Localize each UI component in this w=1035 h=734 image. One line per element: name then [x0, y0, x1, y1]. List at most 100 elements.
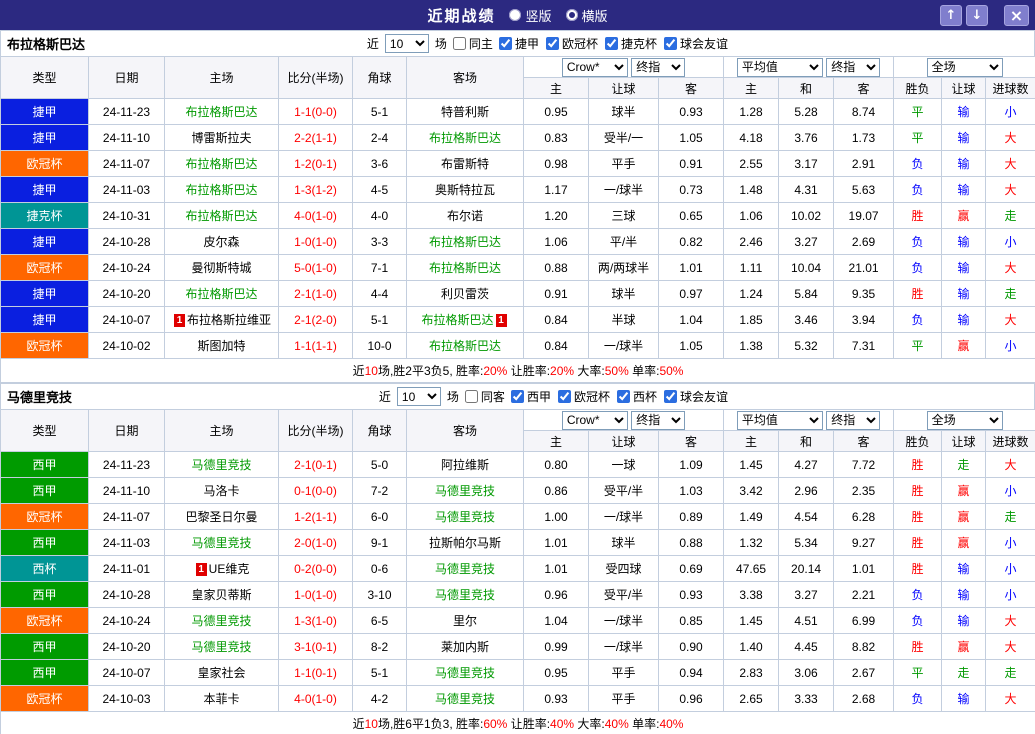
league-filters: 西甲 欧冠杯 西杯 球会友谊	[510, 388, 728, 405]
col-home: 主场	[164, 409, 279, 452]
layout-vertical-radio[interactable]: 竖版	[509, 6, 552, 25]
away-team: 阿拉维斯	[406, 451, 524, 478]
avg-home: 2.83	[723, 659, 780, 686]
home-team: 布拉格斯巴达	[164, 202, 279, 229]
odds-away: 0.89	[657, 503, 725, 530]
avg-home: 1.48	[723, 176, 780, 203]
average-select[interactable]: 平均值	[736, 410, 823, 430]
team-name: 特普利斯	[440, 105, 489, 119]
average-select[interactable]: 平均值	[736, 57, 823, 77]
corner-score: 4-2	[352, 685, 407, 712]
league-checkbox[interactable]	[557, 390, 571, 403]
result-outcome: 胜	[893, 477, 943, 504]
summary-text: 近10场,胜6平1负3, 胜率:60% 让胜率:40% 大率:40% 单率:40…	[0, 711, 1035, 734]
same-venue-checkbox[interactable]	[464, 390, 478, 403]
result-handicap: 赢	[941, 477, 987, 504]
league-filter[interactable]: 欧冠杯	[557, 388, 610, 405]
final-index-select[interactable]: 终指	[631, 57, 686, 77]
games-label: 场	[434, 37, 447, 51]
result-outcome: 胜	[893, 280, 943, 307]
result-goals: 小	[985, 555, 1035, 582]
team-name: 马洛卡	[203, 484, 240, 498]
average-select-group: 平均值 终指	[723, 409, 895, 431]
match-count-select[interactable]: 10	[396, 387, 441, 406]
match-score: 0-2(0-0)	[278, 555, 353, 582]
move-down-button[interactable]: ↓	[966, 4, 988, 26]
move-up-button[interactable]: ↑	[940, 4, 962, 26]
league-filter[interactable]: 西甲	[510, 388, 551, 405]
summary-segment: 单率:	[628, 717, 660, 731]
team-name: 马德里竞技	[191, 640, 252, 654]
fulltime-select[interactable]: 全场	[926, 57, 1003, 77]
average-final-index-select[interactable]: 终指	[826, 57, 881, 77]
league-filter[interactable]: 球会友谊	[663, 388, 728, 405]
radio-icon	[509, 9, 522, 21]
summary-segment: 近	[352, 364, 365, 378]
league-filter[interactable]: 捷甲	[498, 35, 539, 52]
league-checkbox[interactable]	[663, 390, 677, 403]
avg-away: 8.74	[833, 98, 895, 125]
match-count-select[interactable]: 10	[384, 34, 429, 53]
same-venue-filter[interactable]: 同主	[452, 35, 493, 52]
match-date: 24-11-23	[88, 98, 165, 125]
avg-draw: 3.46	[778, 306, 835, 333]
odds-handicap: 球半	[588, 280, 659, 307]
result-outcome: 平	[893, 124, 943, 151]
league-badge: 西甲	[0, 451, 89, 478]
away-team: 马德里竞技	[406, 477, 524, 504]
red-card-badge: 1	[173, 314, 185, 327]
team-name: 布拉格斯巴达	[185, 287, 258, 301]
same-venue-filter[interactable]: 同客	[464, 388, 505, 405]
final-index-select[interactable]: 终指	[631, 410, 686, 430]
odds-handicap: 一/球半	[588, 503, 659, 530]
team-name: 布拉格斯巴达	[428, 339, 501, 353]
away-team: 马德里竞技	[406, 659, 524, 686]
league-checkbox[interactable]	[545, 37, 559, 50]
home-team: 皮尔森	[164, 228, 279, 255]
league-filter[interactable]: 西杯	[616, 388, 657, 405]
corner-score: 0-6	[352, 555, 407, 582]
match-date: 24-11-03	[88, 176, 165, 203]
odds-away: 1.04	[657, 306, 725, 333]
summary-segment: 40%	[659, 717, 684, 731]
league-checkbox[interactable]	[616, 390, 630, 403]
league-filter-label: 捷甲	[514, 37, 539, 51]
bookmaker-select[interactable]: Crow*	[561, 57, 628, 77]
home-team: 马洛卡	[164, 477, 279, 504]
average-final-index-select[interactable]: 终指	[826, 410, 881, 430]
avg-home: 3.42	[723, 477, 780, 504]
layout-horizontal-radio[interactable]: 横版	[565, 6, 608, 25]
avg-home: 1.40	[723, 633, 780, 660]
league-checkbox[interactable]	[510, 390, 524, 403]
col-corner: 角球	[352, 56, 407, 99]
odds-home: 0.95	[523, 659, 589, 686]
match-score: 3-1(0-1)	[278, 633, 353, 660]
league-checkbox[interactable]	[663, 37, 677, 50]
away-team: 马德里竞技	[406, 555, 524, 582]
league-filter[interactable]: 捷克杯	[604, 35, 657, 52]
away-team: 特普利斯	[406, 98, 524, 125]
result-outcome: 负	[893, 228, 943, 255]
odds-handicap: 两/两球半	[588, 254, 659, 281]
league-filter-label: 西杯	[632, 390, 657, 404]
avg-home: 4.18	[723, 124, 780, 151]
section-header: 布拉格斯巴达 近 10 场 同主 捷甲 欧冠杯 捷克杯 球会友谊	[0, 30, 1035, 56]
match-score: 2-0(1-0)	[278, 529, 353, 556]
team-name: 布拉格斯巴达	[428, 261, 501, 275]
away-team: 布拉格斯巴达 1	[406, 306, 524, 333]
fulltime-select[interactable]: 全场	[926, 410, 1003, 430]
bookmaker-select[interactable]: Crow*	[561, 410, 628, 430]
match-date: 24-11-07	[88, 503, 165, 530]
league-filter[interactable]: 欧冠杯	[545, 35, 598, 52]
match-score: 1-3(1-2)	[278, 176, 353, 203]
league-checkbox[interactable]	[498, 37, 512, 50]
result-goals: 小	[985, 529, 1035, 556]
match-score: 0-1(0-0)	[278, 477, 353, 504]
close-button[interactable]: ×	[1004, 4, 1029, 26]
odds-away: 1.05	[657, 124, 725, 151]
team-name: 布拉格斯巴达	[185, 209, 258, 223]
result-handicap: 走	[941, 451, 987, 478]
league-checkbox[interactable]	[604, 37, 618, 50]
same-venue-checkbox[interactable]	[452, 37, 466, 50]
league-filter[interactable]: 球会友谊	[663, 35, 728, 52]
